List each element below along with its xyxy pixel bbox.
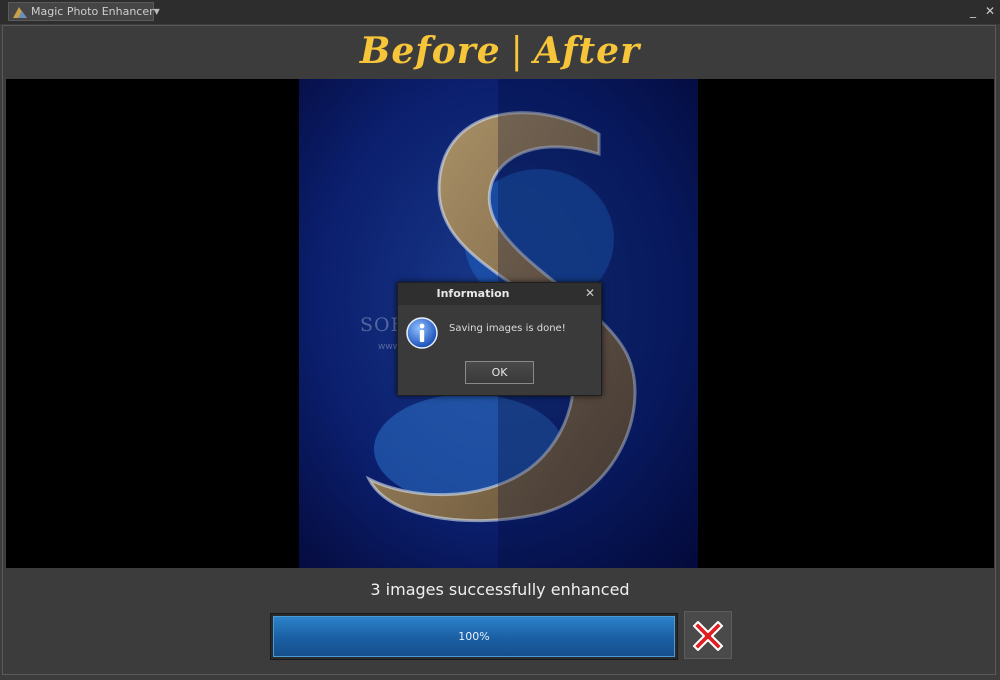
red-x-icon [693,621,723,651]
dialog-message: Saving images is done! [449,323,566,334]
app-logo-icon [12,5,28,19]
heading-after: After [533,30,641,72]
info-icon [406,317,438,349]
app-menu-button[interactable]: Magic Photo Enhancer ▼ [8,2,160,21]
status-message: 3 images successfully enhanced [370,580,630,599]
heading-before: Before [359,30,501,72]
title-bar: Magic Photo Enhancer ▼ _ ✕ [0,0,1000,24]
ok-button[interactable]: OK [465,361,534,384]
chevron-down-icon: ▼ [153,7,160,16]
minimize-button[interactable]: _ [966,3,980,19]
app-menu-label: Magic Photo Enhancer [31,5,154,18]
information-dialog: Information ✕ Saving images is done! OK [397,282,602,396]
progress-bar: 100% [270,613,678,660]
close-window-button[interactable]: ✕ [983,3,997,19]
dialog-title-bar: Information ✕ [398,283,601,305]
heading-separator: | [510,31,524,72]
dialog-close-button[interactable]: ✕ [583,286,597,300]
cancel-button[interactable] [684,611,732,659]
progress-label: 100% [458,630,490,643]
before-after-heading: Before | After [0,27,1000,75]
dialog-title: Information [436,287,510,300]
